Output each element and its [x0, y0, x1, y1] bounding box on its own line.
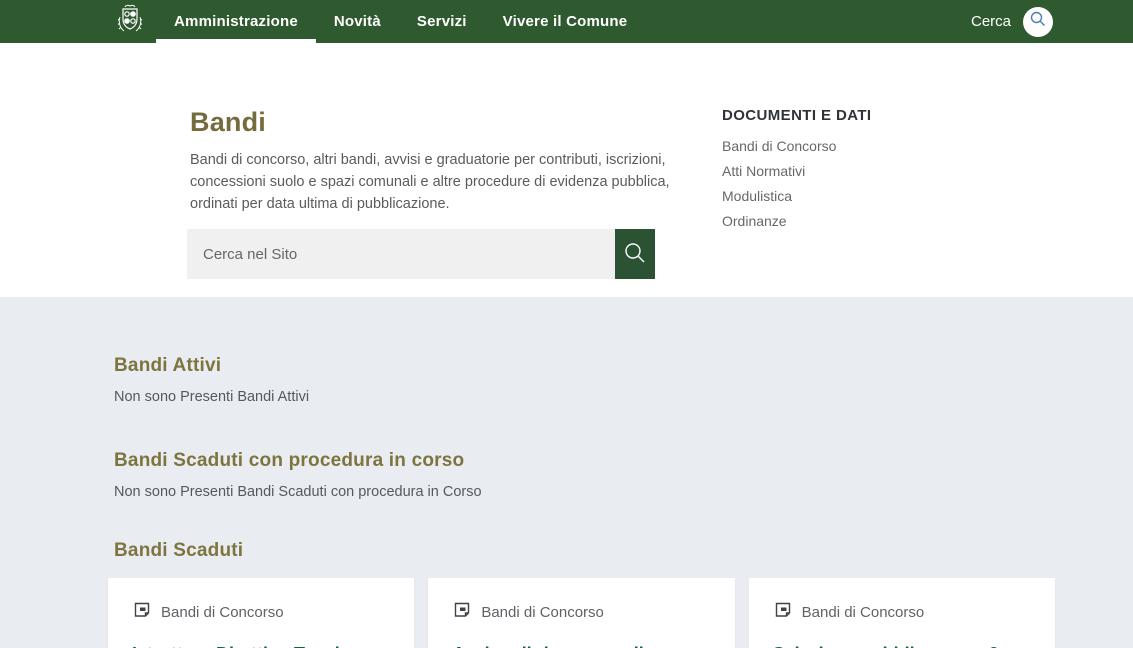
- search-icon: [1029, 10, 1047, 33]
- empty-text-bandi-attivi: Non sono Presenti Bandi Attivi: [114, 389, 1133, 405]
- search-icon: [622, 240, 648, 269]
- page-header: Bandi Bandi di concorso, altri bandi, av…: [0, 43, 1133, 297]
- document-card-icon: [452, 600, 472, 625]
- section-heading-bandi-scaduti: Bandi Scaduti: [114, 540, 1133, 562]
- empty-text-bandi-scaduti-in-corso: Non sono Presenti Bandi Scaduti con proc…: [114, 484, 1133, 500]
- top-navbar: Amministrazione Novità Servizi Vivere il…: [0, 0, 1133, 43]
- doc-link-atti-normativi[interactable]: Atti Normativi: [722, 163, 871, 179]
- card-category-label[interactable]: Bandi di Concorso: [161, 604, 284, 621]
- doc-link-bandi-di-concorso[interactable]: Bandi di Concorso: [722, 138, 871, 154]
- site-search-input[interactable]: [187, 229, 615, 279]
- bando-card[interactable]: Bandi di Concorso Selezione pubblica per…: [749, 578, 1055, 648]
- site-search: [187, 229, 655, 279]
- section-heading-bandi-attivi: Bandi Attivi: [114, 355, 1133, 377]
- content-area: Bandi Attivi Non sono Presenti Bandi Att…: [0, 297, 1133, 648]
- nav-item-novita[interactable]: Novità: [316, 0, 399, 43]
- navbar-search-button[interactable]: [1023, 7, 1053, 37]
- bandi-card-list: Bandi di Concorso Istruttore Direttivo T…: [108, 578, 1055, 648]
- card-title-link[interactable]: Avviso di ricerca per il: [452, 642, 710, 648]
- page-title: Bandi: [190, 107, 266, 138]
- comune-logo[interactable]: [112, 0, 148, 43]
- card-category-label[interactable]: Bandi di Concorso: [481, 604, 604, 621]
- navbar-search-label[interactable]: Cerca: [971, 13, 1011, 30]
- doc-link-ordinanze[interactable]: Ordinanze: [722, 213, 871, 229]
- document-card-icon: [773, 600, 793, 625]
- nav-item-servizi[interactable]: Servizi: [399, 0, 485, 43]
- card-title-link[interactable]: Istruttore Direttivo Tecnico e: [132, 642, 390, 648]
- nav-item-amministrazione[interactable]: Amministrazione: [156, 0, 316, 43]
- bando-card[interactable]: Bandi di Concorso Avviso di ricerca per …: [428, 578, 734, 648]
- coat-of-arms-icon: [112, 1, 148, 42]
- nav-item-vivere-il-comune[interactable]: Vivere il Comune: [485, 0, 646, 43]
- main-menu: Amministrazione Novità Servizi Vivere il…: [156, 0, 645, 43]
- documents-panel: DOCUMENTI E DATI Bandi di Concorso Atti …: [722, 107, 871, 238]
- section-heading-bandi-scaduti-in-corso: Bandi Scaduti con procedura in corso: [114, 450, 1133, 472]
- bando-card[interactable]: Bandi di Concorso Istruttore Direttivo T…: [108, 578, 414, 648]
- document-card-icon: [132, 600, 152, 625]
- documents-panel-heading: DOCUMENTI E DATI: [722, 107, 871, 124]
- doc-link-modulistica[interactable]: Modulistica: [722, 188, 871, 204]
- site-search-submit-button[interactable]: [615, 229, 655, 279]
- page-description: Bandi di concorso, altri bandi, avvisi e…: [190, 149, 712, 215]
- card-category-label[interactable]: Bandi di Concorso: [802, 604, 925, 621]
- card-title-link[interactable]: Selezione pubblica per n.2 posti per: [773, 642, 1031, 648]
